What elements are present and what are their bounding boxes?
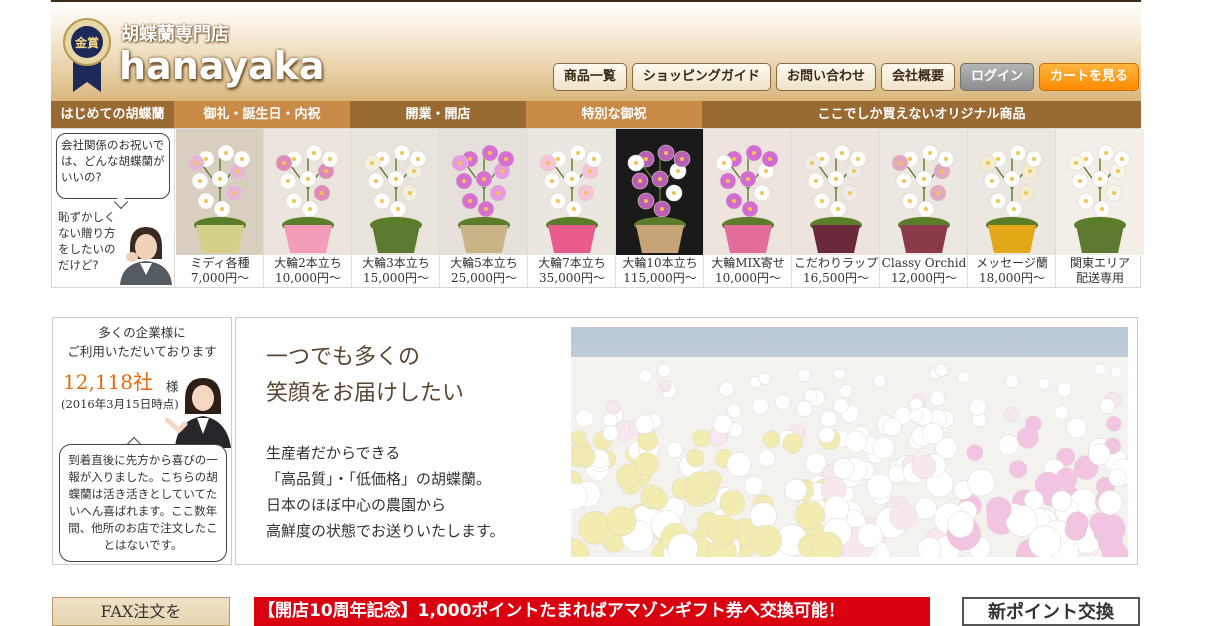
product-tile[interactable]: メッセージ蘭 18,000円〜	[968, 129, 1056, 287]
nav-contact-button[interactable]: お問い合わせ	[775, 63, 876, 91]
site-header: 金賞 胡蝶蘭専門店 hanayaka 商品一覧 ショッピングガイド お問い合わせ…	[51, 0, 1141, 101]
product-price: 12,000円〜	[891, 271, 957, 285]
shop-subtitle: 胡蝶蘭専門店	[121, 24, 229, 45]
header-nav: 商品一覧 ショッピングガイド お問い合わせ 会社概要 ログイン カートを見る	[552, 63, 1139, 91]
product-tile[interactable]: 大輪7本立ち 35,000円〜	[528, 129, 616, 287]
product-price: 10,000円〜	[715, 271, 781, 285]
product-price: 115,000円〜	[623, 271, 697, 285]
hero-banner[interactable]: 一つでも多くの 笑顔をお届けしたい 生産者だからできる 「高品質」・「低価格」の…	[235, 317, 1138, 565]
orchid-product-photo	[176, 129, 263, 255]
nav-products-button[interactable]: 商品一覧	[552, 63, 627, 91]
view-cart-button[interactable]: カートを見る	[1038, 63, 1139, 91]
product-tile[interactable]: ミディ各種 7,000円〜	[176, 129, 264, 287]
fax-order-banner[interactable]: FAX注文を	[52, 597, 230, 626]
category-opening[interactable]: 開業・開店	[350, 101, 526, 128]
intro-speech-bubble: 会社関係のお祝いでは、どんな胡蝶蘭がいいの?	[56, 133, 170, 199]
product-name: メッセージ蘭	[976, 256, 1048, 270]
product-tile[interactable]: 関東エリア 配送専用	[1056, 129, 1144, 287]
hero-heading-line2: 笑顔をお届けしたい	[266, 381, 465, 406]
hero-text-line1: 生産者だからできる	[266, 444, 401, 462]
category-original[interactable]: ここでしか買えないオリジナル商品	[702, 101, 1141, 128]
orchid-product-photo	[352, 129, 439, 255]
hero-text-line4: 高鮮度の状態でお送りいたします。	[266, 522, 505, 540]
product-price: 7,000円〜	[190, 271, 250, 285]
businesswoman-icon	[165, 378, 231, 448]
corporate-clients-panel: 多くの企業様に ご利用いただいております 12,118社 様 (2016年3月1…	[52, 317, 232, 565]
product-row: 会社関係のお祝いでは、どんな胡蝶蘭がいいの? 恥ずかしくない贈り方をしたいのだけ…	[51, 128, 1144, 288]
product-name: 大輪7本立ち	[538, 256, 606, 270]
product-name: Classy Orchid	[881, 256, 967, 270]
category-bar: はじめての胡蝶蘭 御礼・誕生日・内祝 開業・開店 特別な御祝 ここでしか買えない…	[51, 101, 1141, 128]
orchid-product-photo	[264, 129, 351, 255]
campaign-banner[interactable]: 【開店10周年記念】1,000ポイントたまればアマゾンギフト券へ交換可能！	[254, 597, 930, 626]
orchid-product-photo	[968, 129, 1055, 255]
orchid-product-photo	[1056, 129, 1144, 255]
login-button[interactable]: ログイン	[959, 63, 1034, 91]
intro-panel[interactable]: 会社関係のお祝いでは、どんな胡蝶蘭がいいの? 恥ずかしくない贈り方をしたいのだけ…	[52, 129, 175, 287]
product-price: 25,000円〜	[451, 271, 517, 285]
product-name: ミディ各種	[190, 256, 250, 270]
product-tile[interactable]: 大輪MIX寄せ 10,000円〜	[704, 129, 792, 287]
product-price: 配送専用	[1075, 271, 1124, 285]
point-exchange-banner[interactable]: 新ポイント交換	[962, 597, 1140, 626]
product-name: 大輪3本立ち	[362, 256, 430, 270]
product-name: 大輪5本立ち	[450, 256, 518, 270]
woman-thinking-icon	[116, 223, 174, 285]
product-price: 15,000円〜	[363, 271, 429, 285]
orchid-product-photo	[704, 129, 791, 255]
hero-text-line3: 日本のほぼ中心の農園から	[266, 496, 447, 514]
orchid-product-photo	[792, 129, 879, 255]
product-price: 16,500円〜	[803, 271, 869, 285]
product-name: 大輪MIX寄せ	[711, 256, 785, 270]
product-name: 大輪2本立ち	[274, 256, 342, 270]
category-first-time[interactable]: はじめての胡蝶蘭	[51, 101, 174, 128]
product-tile[interactable]: Classy Orchid 12,000円〜	[880, 129, 968, 287]
medal-text: 金賞	[74, 35, 99, 50]
shop-logo[interactable]: hanayaka	[119, 44, 325, 88]
hero-text-line2: 「高品質」・「低価格」の胡蝶蘭。	[266, 470, 492, 488]
corp-line1: 多くの企業様に	[98, 325, 186, 340]
product-name: こだわりラップ	[793, 256, 878, 270]
product-tile[interactable]: 大輪5本立ち 25,000円〜	[440, 129, 528, 287]
nav-company-button[interactable]: 会社概要	[880, 63, 955, 91]
product-tile[interactable]: 大輪10本立ち 115,000円〜	[616, 129, 704, 287]
product-tile[interactable]: 大輪3本立ち 15,000円〜	[352, 129, 440, 287]
award-medal-icon: 金賞	[63, 18, 111, 92]
product-price: 35,000円〜	[539, 271, 605, 285]
orchid-greenhouse-photo	[571, 327, 1128, 557]
orchid-product-photo	[880, 129, 967, 255]
nav-guide-button[interactable]: ショッピングガイド	[631, 63, 771, 91]
category-special[interactable]: 特別な御祝	[526, 101, 702, 128]
category-thanks-birthday[interactable]: 御礼・誕生日・内祝	[174, 101, 350, 128]
corp-count-date: (2016年3月15日時点)	[61, 397, 179, 411]
intro-question: 恥ずかしくない贈り方をしたいのだけど?	[58, 210, 116, 272]
product-tile[interactable]: こだわりラップ 16,500円〜	[792, 129, 880, 287]
product-price: 18,000円〜	[979, 271, 1045, 285]
orchid-product-photo	[440, 129, 527, 255]
orchid-product-photo	[616, 129, 703, 255]
orchid-product-photo	[528, 129, 615, 255]
product-name: 関東エリア	[1069, 256, 1130, 270]
corp-client-count: 12,118社	[63, 370, 153, 394]
hero-heading-line1: 一つでも多くの	[266, 345, 421, 370]
corp-line2: ご利用いただいております	[67, 344, 217, 359]
product-price: 10,000円〜	[275, 271, 341, 285]
customer-testimonial: 到着直後に先方から喜びの一報が入りました。こちらの胡蝶蘭は活き活きとしていてたい…	[59, 444, 227, 562]
product-tile[interactable]: 大輪2本立ち 10,000円〜	[264, 129, 352, 287]
product-name: 大輪10本立ち	[622, 256, 698, 270]
